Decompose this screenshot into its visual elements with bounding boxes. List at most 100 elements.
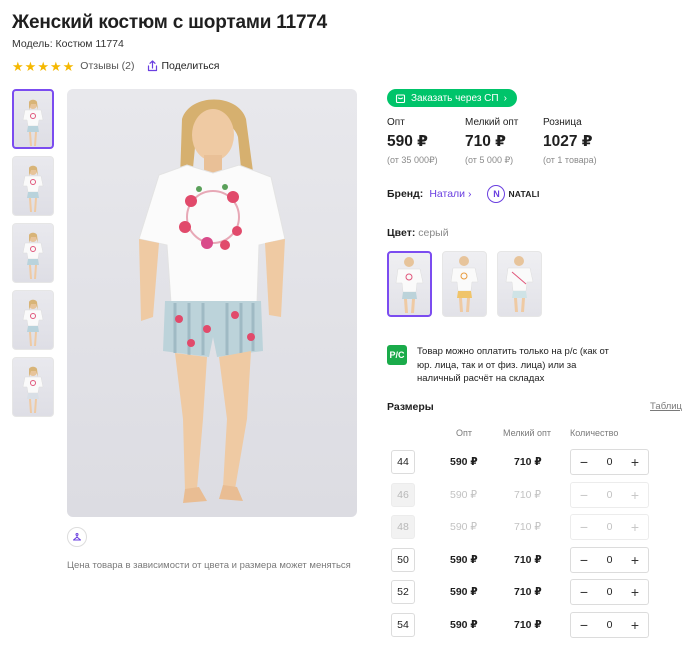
brand-label: Бренд: <box>387 188 424 200</box>
size-label: 44 <box>391 450 415 474</box>
quantity-stepper: − 0 + <box>570 611 649 638</box>
color-swatch-1[interactable] <box>387 251 432 317</box>
opt-price: 590 ₽ <box>450 521 478 533</box>
swatch-photo <box>505 256 534 312</box>
main-product-photo[interactable] <box>67 89 357 517</box>
small-opt-price: 710 ₽ <box>514 586 542 598</box>
increment-button[interactable]: + <box>628 520 642 534</box>
rating-stars: ★ ★ ★ ★ ★ <box>12 60 74 73</box>
share-button[interactable]: Поделиться <box>147 60 220 72</box>
swatch-photo <box>395 257 424 313</box>
brand-logo-text: NATALI <box>508 189 540 199</box>
decrement-button[interactable]: − <box>577 585 591 599</box>
size-label: 50 <box>391 547 415 572</box>
price-tier-label: Розница <box>543 117 582 128</box>
quantity-value[interactable]: 0 <box>607 489 613 501</box>
decrement-button[interactable]: − <box>577 553 591 567</box>
chevron-right-icon: › <box>503 92 507 104</box>
quantity-stepper: − 0 + <box>570 579 649 605</box>
quantity-value[interactable]: 0 <box>607 586 613 598</box>
thumbnail-list <box>12 89 56 424</box>
star-icon: ★ <box>49 58 62 74</box>
increment-button[interactable]: + <box>628 455 642 469</box>
quantity-stepper: − 0 + <box>570 449 649 475</box>
size-row: 44 590 ₽ 710 ₽ − 0 + <box>387 447 682 480</box>
size-row: 52 590 ₽ 710 ₽ − 0 + <box>387 577 682 610</box>
size-label: 46 <box>391 482 415 507</box>
thumbnail-2[interactable] <box>12 156 54 216</box>
header-small-opt: Мелкий опт <box>503 428 552 438</box>
price-tier-value: 1027 ₽ <box>543 133 593 150</box>
product-model: Модель: Костюм 11774 <box>12 38 124 50</box>
decrement-button[interactable]: − <box>577 488 591 502</box>
increment-button[interactable]: + <box>628 553 642 567</box>
payment-text: Товар можно оплатить только на р/с (как … <box>417 346 609 384</box>
size-guide-icon[interactable] <box>67 527 87 547</box>
thumbnail-1[interactable] <box>12 89 54 149</box>
color-label: Цвет: <box>387 227 416 239</box>
model-photo-thumbnail <box>22 366 44 413</box>
color-swatch-3[interactable] <box>497 251 542 317</box>
share-label: Поделиться <box>161 60 220 72</box>
thumbnail-4[interactable] <box>12 290 54 350</box>
model-photo-thumbnail <box>22 232 44 279</box>
price-tier-label: Опт <box>387 117 405 128</box>
color-value: серый <box>418 227 449 239</box>
opt-price: 590 ₽ <box>450 488 478 501</box>
quantity-stepper: − 0 + <box>570 546 649 573</box>
model-photo-thumbnail <box>22 165 44 212</box>
header-quantity: Количество <box>570 428 619 438</box>
increment-button[interactable]: + <box>628 585 642 599</box>
share-icon <box>147 60 157 72</box>
price-tier-label: Мелкий опт <box>465 117 519 128</box>
price-tiers: Опт 590 ₽ (от 35 000₽) Мелкий опт 710 ₽ … <box>387 117 621 166</box>
brand-link[interactable]: Натали › <box>429 188 471 200</box>
opt-price: 590 ₽ <box>450 618 478 631</box>
price-tier-small-opt: Мелкий опт 710 ₽ (от 5 000 ₽) <box>465 117 543 166</box>
decrement-button[interactable]: − <box>577 455 591 469</box>
star-icon: ★ <box>37 58 49 74</box>
model-photo <box>138 99 286 503</box>
color-row: Цвет: серый <box>387 227 449 239</box>
color-swatches <box>387 251 542 317</box>
quantity-stepper: − 0 + <box>570 481 649 508</box>
brand-row: Бренд: Натали › N NATALI <box>387 185 540 203</box>
size-table-link[interactable]: Таблиц <box>650 401 682 412</box>
price-tier-value: 590 ₽ <box>387 133 428 150</box>
opt-price: 590 ₽ <box>450 456 478 468</box>
product-title: Женский костюм с шортами 11774 <box>12 12 328 33</box>
swatch-photo <box>450 256 479 312</box>
color-swatch-2[interactable] <box>442 251 487 317</box>
size-row: 50 590 ₽ 710 ₽ − 0 + <box>387 545 682 578</box>
price-tier-condition: (от 35 000₽) <box>387 155 438 165</box>
cart-icon <box>395 93 406 103</box>
increment-button[interactable]: + <box>628 488 642 502</box>
bank-transfer-icon: Р/С <box>387 345 407 365</box>
sizes-table: 44 590 ₽ 710 ₽ − 0 + 46 590 ₽ 710 ₽ − 0 … <box>387 447 682 642</box>
increment-button[interactable]: + <box>628 618 642 632</box>
reviews-link[interactable]: Отзывы (2) <box>80 60 134 72</box>
decrement-button[interactable]: − <box>577 520 591 534</box>
payment-info: Р/С Товар можно оплатить только на р/с (… <box>387 345 617 386</box>
order-via-sp-label: Заказать через СП <box>411 92 499 104</box>
quantity-value[interactable]: 0 <box>607 554 613 566</box>
quantity-value[interactable]: 0 <box>607 456 613 468</box>
small-opt-price: 710 ₽ <box>514 618 542 631</box>
quantity-value[interactable]: 0 <box>607 619 613 631</box>
opt-price: 590 ₽ <box>450 553 478 566</box>
star-icon: ★ <box>24 58 37 74</box>
thumbnail-5[interactable] <box>12 357 54 417</box>
price-tier-opt: Опт 590 ₽ (от 35 000₽) <box>387 117 465 166</box>
size-label: 54 <box>391 612 415 637</box>
thumbnail-3[interactable] <box>12 223 54 283</box>
quantity-value[interactable]: 0 <box>607 521 613 533</box>
small-opt-price: 710 ₽ <box>514 553 542 566</box>
decrement-button[interactable]: − <box>577 618 591 632</box>
small-opt-price: 710 ₽ <box>514 521 542 533</box>
price-tier-condition: (от 1 товара) <box>543 155 597 165</box>
quantity-stepper: − 0 + <box>570 514 649 540</box>
brand-logo[interactable]: N NATALI <box>487 185 539 203</box>
price-tier-value: 710 ₽ <box>465 133 506 150</box>
order-via-sp-button[interactable]: Заказать через СП › <box>387 89 517 107</box>
size-row: 48 590 ₽ 710 ₽ − 0 + <box>387 512 682 545</box>
